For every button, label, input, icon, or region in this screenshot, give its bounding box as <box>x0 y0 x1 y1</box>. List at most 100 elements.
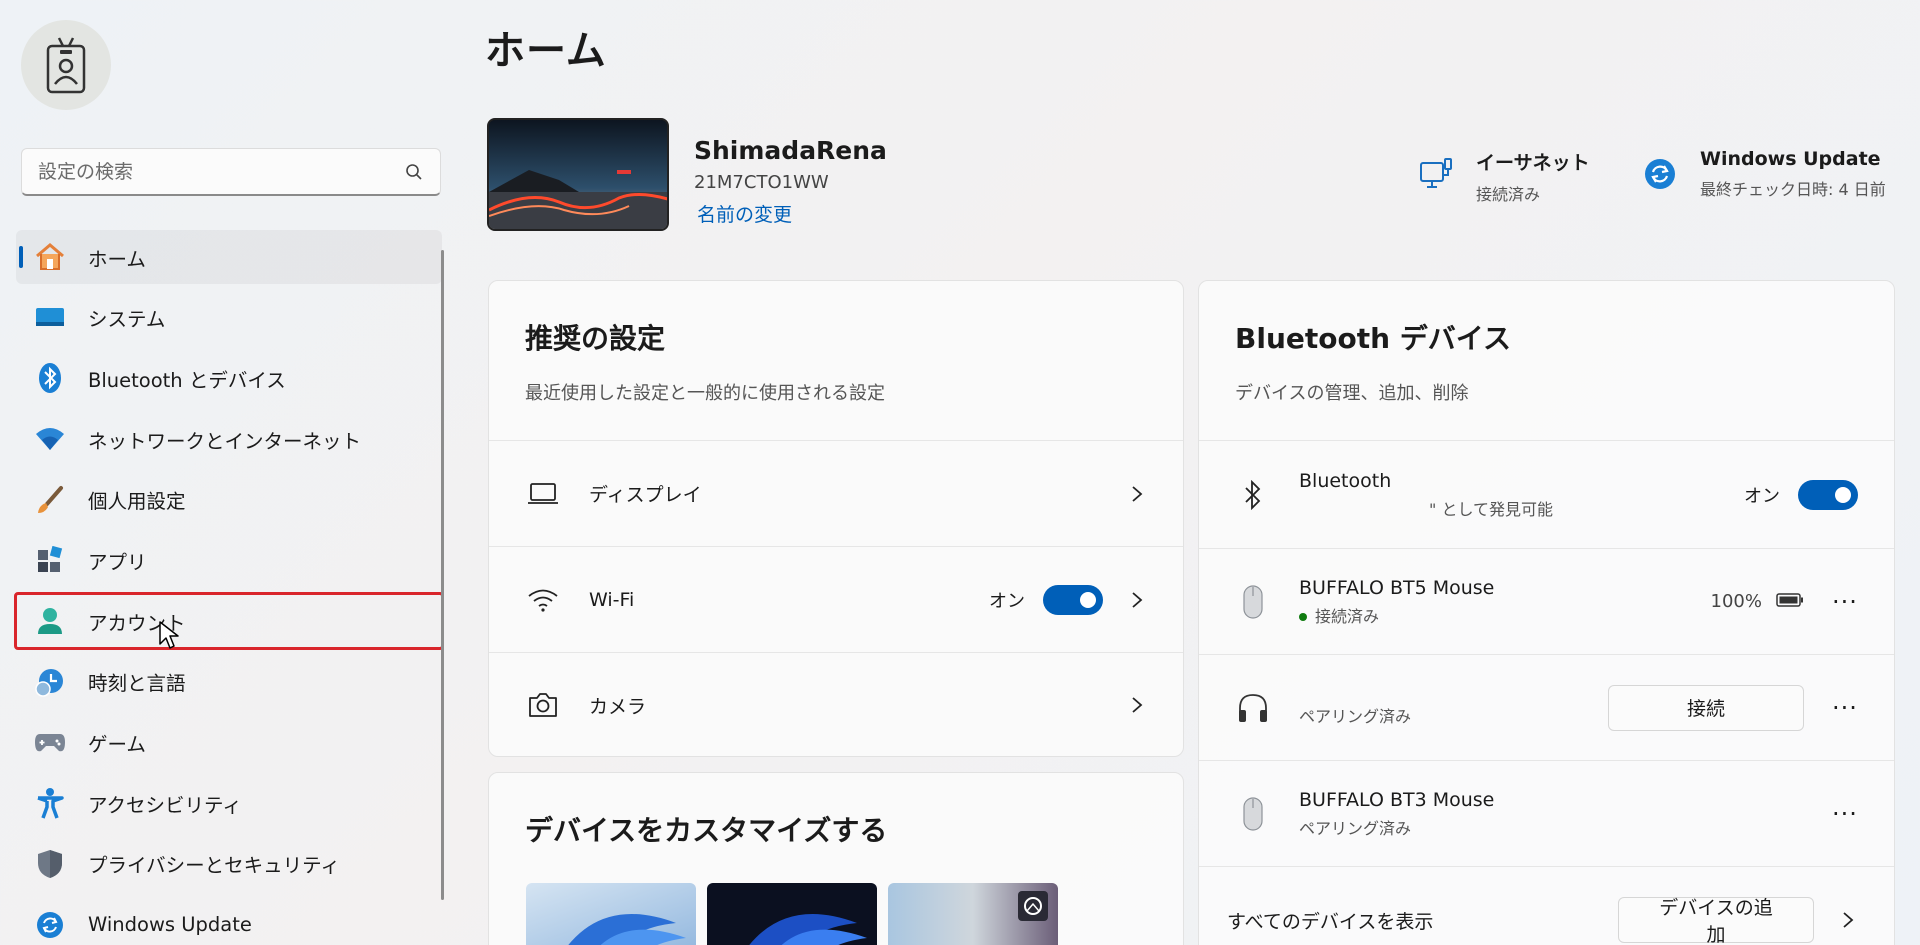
update-sub: 最終チェック日時: 4 日前 <box>1700 180 1886 199</box>
nav-list: ホーム システム Bluetooth とデバイス ネットワークとインターネット … <box>14 230 444 945</box>
sidebar-item-label: アプリ <box>88 550 147 574</box>
id-badge-icon <box>46 37 86 94</box>
battery-icon <box>1776 592 1804 612</box>
wifi-toggle-group: オン <box>989 584 1103 615</box>
sidebar-item-accounts[interactable]: アカウント <box>14 592 444 651</box>
update-title: Windows Update <box>1700 148 1881 170</box>
search-input[interactable] <box>38 160 404 183</box>
rename-link[interactable]: 名前の変更 <box>697 200 792 227</box>
sidebar-item-label: プライバシーとセキュリティ <box>88 854 340 878</box>
row-label: ディスプレイ <box>589 484 702 506</box>
device-row[interactable]: ペアリング済み 接続 ··· <box>1199 655 1894 761</box>
chevron-right-icon[interactable] <box>1127 590 1147 610</box>
wifi-row[interactable]: Wi-Fi オン <box>489 547 1183 653</box>
device-status: ペアリング済み <box>1299 706 1412 726</box>
shield-icon <box>34 848 66 880</box>
search-icon[interactable] <box>404 162 424 182</box>
connect-button[interactable]: 接続 <box>1608 684 1804 731</box>
wifi-icon <box>525 582 561 618</box>
toggle-state-label: オン <box>989 590 1025 612</box>
device-row[interactable]: BUFFALO BT3 Mouse ペアリング済み ··· <box>1199 761 1894 867</box>
show-all-devices-link[interactable]: すべてのデバイスを表示 <box>1227 907 1618 934</box>
chevron-right-icon[interactable] <box>1838 910 1858 930</box>
sidebar-item-system[interactable]: システム <box>16 291 442 345</box>
ethernet-title: イーサネット <box>1476 152 1590 174</box>
battery-level: 100% <box>1710 591 1762 612</box>
theme-tile-light[interactable] <box>526 883 696 945</box>
update-icon <box>34 909 66 941</box>
card-title: デバイスをカスタマイズする <box>525 814 888 847</box>
bluetooth-devices-card: Bluetooth デバイス デバイスの管理、追加、削除 Bluetooth "… <box>1198 280 1895 945</box>
mouse-icon <box>1235 796 1271 832</box>
bluetooth-toggle-group: オン <box>1744 479 1858 510</box>
device-status: 接続済み <box>1315 606 1380 626</box>
accessibility-icon <box>34 787 66 819</box>
laptop-icon <box>525 476 561 512</box>
card-subtitle: 最近使用した設定と一般的に使用される設定 <box>525 383 885 404</box>
bluetooth-label: Bluetooth <box>1299 469 1392 492</box>
page-title: ホーム <box>485 28 607 74</box>
sidebar-item-home[interactable]: ホーム <box>16 230 442 284</box>
windows-update-status[interactable]: Windows Update 最終チェック日時: 4 日前 <box>1642 148 1886 200</box>
device-name: BUFFALO BT3 Mouse <box>1299 788 1495 811</box>
clock-globe-icon <box>34 666 66 698</box>
sidebar-item-label: Bluetooth とデバイス <box>88 368 286 392</box>
device-wallpaper-thumbnail <box>487 118 669 231</box>
sidebar-item-time-language[interactable]: 時刻と言語 <box>16 655 442 709</box>
bluetooth-icon <box>1235 477 1271 513</box>
bluetooth-toggle-row: Bluetooth " として発見可能 オン <box>1199 441 1894 549</box>
avatar[interactable] <box>21 20 111 110</box>
home-icon <box>34 241 66 273</box>
wifi-toggle[interactable] <box>1043 584 1103 615</box>
row-label: Wi-Fi <box>589 588 635 611</box>
row-label: カメラ <box>589 695 647 718</box>
sidebar-item-gaming[interactable]: ゲーム <box>16 716 442 770</box>
sidebar-item-privacy[interactable]: プライバシーとセキュリティ <box>16 837 442 891</box>
sidebar-item-personalization[interactable]: 個人用設定 <box>16 473 442 527</box>
sidebar-item-label: ネットワークとインターネット <box>88 429 362 453</box>
gamepad-icon <box>34 727 66 759</box>
sidebar-scrollbar[interactable] <box>441 250 444 900</box>
more-options-button[interactable]: ··· <box>1832 588 1858 616</box>
more-options-button[interactable]: ··· <box>1832 694 1858 722</box>
bluetooth-toggle[interactable] <box>1798 479 1858 510</box>
card-title: Bluetooth デバイス <box>1235 322 1511 355</box>
search-box[interactable] <box>21 148 441 196</box>
add-device-button[interactable]: デバイスの追加 <box>1618 897 1814 945</box>
chevron-right-icon <box>1127 484 1147 504</box>
camera-row[interactable]: カメラ <box>489 653 1183 756</box>
chevron-right-icon <box>1127 695 1147 715</box>
device-name: ShimadaRena <box>694 136 887 165</box>
sidebar-item-accessibility[interactable]: アクセシビリティ <box>16 776 442 830</box>
device-row[interactable]: BUFFALO BT5 Mouse 接続済み 100% ··· <box>1199 549 1894 655</box>
device-status: ペアリング済み <box>1299 818 1412 838</box>
sidebar-item-label: 個人用設定 <box>88 490 186 514</box>
update-icon <box>1642 156 1678 192</box>
theme-tile-dark[interactable] <box>707 883 877 945</box>
theme-tile-photo[interactable] <box>888 883 1058 945</box>
headphones-icon <box>1235 690 1271 726</box>
discoverable-text: " として発見可能 <box>1429 499 1553 519</box>
sidebar-item-label: アクセシビリティ <box>88 793 242 817</box>
connected-dot-icon <box>1299 613 1307 621</box>
mouse-cursor-icon <box>159 621 179 649</box>
sidebar-item-windows-update[interactable]: Windows Update <box>16 898 442 945</box>
recommended-settings-card: 推奨の設定 最近使用した設定と一般的に使用される設定 ディスプレイ Wi-Fi … <box>488 280 1184 757</box>
camera-icon <box>525 687 561 723</box>
ethernet-status[interactable]: イーサネット 接続済み <box>1418 148 1590 205</box>
sidebar-item-bluetooth[interactable]: Bluetooth とデバイス <box>16 351 442 405</box>
account-icon <box>34 605 66 637</box>
sidebar-item-apps[interactable]: アプリ <box>16 533 442 587</box>
device-model: 21M7CTO1WW <box>694 172 829 193</box>
sidebar-item-network[interactable]: ネットワークとインターネット <box>16 412 442 466</box>
apps-icon <box>34 544 66 576</box>
brush-icon <box>34 484 66 516</box>
wifi-icon <box>34 423 66 455</box>
ethernet-sub: 接続済み <box>1476 185 1541 204</box>
device-name: BUFFALO BT5 Mouse <box>1299 576 1495 599</box>
more-options-button[interactable]: ··· <box>1832 800 1858 828</box>
display-row[interactable]: ディスプレイ <box>489 441 1183 547</box>
mouse-icon <box>1235 584 1271 620</box>
sidebar-item-label: 時刻と言語 <box>88 672 186 696</box>
sidebar: ホーム システム Bluetooth とデバイス ネットワークとインターネット … <box>0 0 460 945</box>
